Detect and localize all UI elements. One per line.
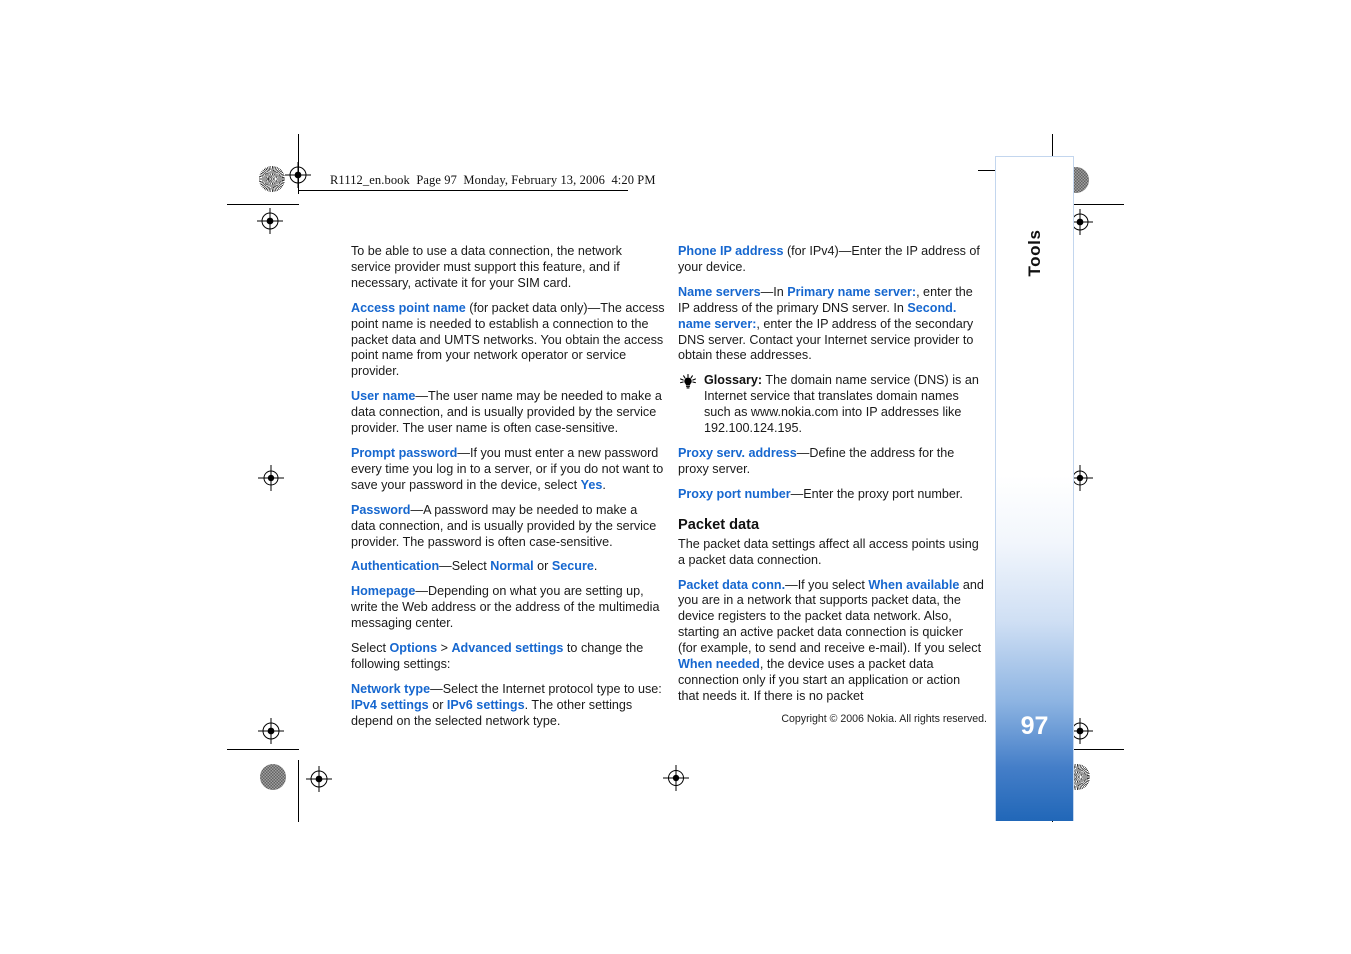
paragraph-password: Password—A password may be needed to mak… — [351, 503, 665, 551]
paragraph-intro: To be able to use a data connection, the… — [351, 244, 665, 292]
glossary-note: Glossary: The domain name service (DNS) … — [678, 373, 984, 437]
crop-line-horizontal-left-lower — [227, 749, 299, 750]
crop-line-horizontal-right-lower — [1066, 749, 1124, 750]
value-when-needed: When needed — [678, 657, 760, 672]
body-column-right: Phone IP address (for IPv4)—Enter the IP… — [678, 244, 984, 705]
paragraph-proxy-port-number: Proxy port number—Enter the proxy port n… — [678, 487, 984, 503]
paragraph-packet-data-intro: The packet data settings affect all acce… — [678, 537, 984, 569]
paragraph-packet-data-conn: Packet data conn.—If you select When ava… — [678, 578, 984, 705]
paragraph-name-servers: Name servers—In Primary name server:, en… — [678, 285, 984, 365]
paragraph-prompt-password-text-b: . — [602, 477, 606, 492]
term-authentication: Authentication — [351, 559, 440, 574]
paragraph-network-type-text-b: or — [428, 697, 447, 712]
paragraph-select-options-sep: > — [437, 641, 452, 656]
term-proxy-serv-address: Proxy serv. address — [678, 445, 797, 460]
page-number: 97 — [1020, 712, 1049, 740]
crop-line-vertical-bottom-left — [298, 760, 299, 822]
registration-starburst-top-left — [259, 166, 285, 192]
registration-dot-bottom-left — [260, 764, 286, 790]
paragraph-authentication: Authentication—Select Normal or Secure. — [351, 559, 665, 575]
registration-cross-left-middle — [258, 465, 284, 491]
paragraph-intro-text: To be able to use a data connection, the… — [351, 244, 622, 290]
paragraph-prompt-password: Prompt password—If you must enter a new … — [351, 446, 665, 494]
term-access-point-name: Access point name — [351, 300, 466, 315]
value-primary-name-server: Primary name server: — [787, 284, 917, 299]
term-prompt-password: Prompt password — [351, 445, 458, 460]
crop-line-horizontal-left-upper — [227, 204, 299, 205]
value-secure: Secure — [551, 559, 594, 574]
registration-cross-left-upper — [257, 208, 283, 234]
registration-cross-left-lower — [258, 718, 284, 744]
tip-bulb-icon — [678, 374, 698, 389]
term-password: Password — [351, 502, 411, 517]
manual-page: R1112_en.book Page 97 Monday, February 1… — [0, 0, 1351, 954]
registration-cross-bottom-center — [663, 765, 689, 791]
paragraph-user-name: User name—The user name may be needed to… — [351, 389, 665, 437]
paragraph-select-options-text-a: Select — [351, 641, 390, 656]
copyright-notice: Copyright © 2006 Nokia. All rights reser… — [781, 713, 987, 725]
registration-cross-bottom-left — [306, 766, 332, 792]
glossary-label: Glossary: — [704, 373, 763, 388]
crop-line-vertical-top-left — [298, 134, 299, 194]
paragraph-authentication-text-b: or — [533, 559, 552, 574]
paragraph-homepage: Homepage—Depending on what you are setti… — [351, 584, 665, 632]
term-user-name: User name — [351, 389, 416, 404]
value-yes: Yes — [580, 477, 603, 492]
paragraph-authentication-text-a: —Select — [439, 559, 491, 574]
paragraph-proxy-port-number-text: —Enter the proxy port number. — [790, 486, 963, 501]
crop-line-horizontal-right-upper — [1066, 204, 1124, 205]
side-tab-tools[interactable]: Tools 97 — [995, 156, 1074, 821]
paragraph-packet-data-intro-text: The packet data settings affect all acce… — [678, 536, 979, 567]
value-ipv4-settings: IPv4 settings — [351, 697, 429, 712]
crop-line-horizontal-top-left — [298, 190, 628, 191]
term-proxy-port-number: Proxy port number — [678, 486, 791, 501]
paragraph-authentication-text-c: . — [593, 559, 598, 574]
section-heading-packet-data: Packet data — [678, 516, 760, 533]
value-advanced-settings: Advanced settings — [451, 641, 564, 656]
value-ipv6-settings: IPv6 settings — [446, 697, 525, 712]
paragraph-network-type-text-a: —Select the Internet protocol type to us… — [430, 681, 662, 696]
value-when-available: When available — [868, 577, 960, 592]
body-column-left: To be able to use a data connection, the… — [351, 244, 665, 730]
value-options: Options — [389, 641, 438, 656]
term-network-type: Network type — [351, 681, 431, 696]
side-tab-label: Tools — [1025, 229, 1044, 277]
paragraph-select-options: Select Options > Advanced settings to ch… — [351, 641, 665, 673]
term-phone-ip-address: Phone IP address — [678, 244, 784, 258]
paragraph-network-type: Network type—Select the Internet protoco… — [351, 682, 665, 730]
paragraph-packet-data-conn-text-a: —If you select — [785, 577, 869, 592]
term-packet-data-conn: Packet data conn. — [678, 577, 786, 592]
paragraph-proxy-serv-address: Proxy serv. address—Define the address f… — [678, 446, 984, 478]
paragraph-access-point-name: Access point name (for packet data only)… — [351, 301, 665, 381]
paragraph-phone-ip-address: Phone IP address (for IPv4)—Enter the IP… — [678, 244, 984, 276]
term-homepage: Homepage — [351, 584, 416, 599]
value-normal: Normal — [490, 559, 534, 574]
file-slug: R1112_en.book Page 97 Monday, February 1… — [330, 173, 656, 187]
term-name-servers: Name servers — [678, 284, 761, 299]
paragraph-name-servers-text-a: —In — [760, 284, 788, 299]
